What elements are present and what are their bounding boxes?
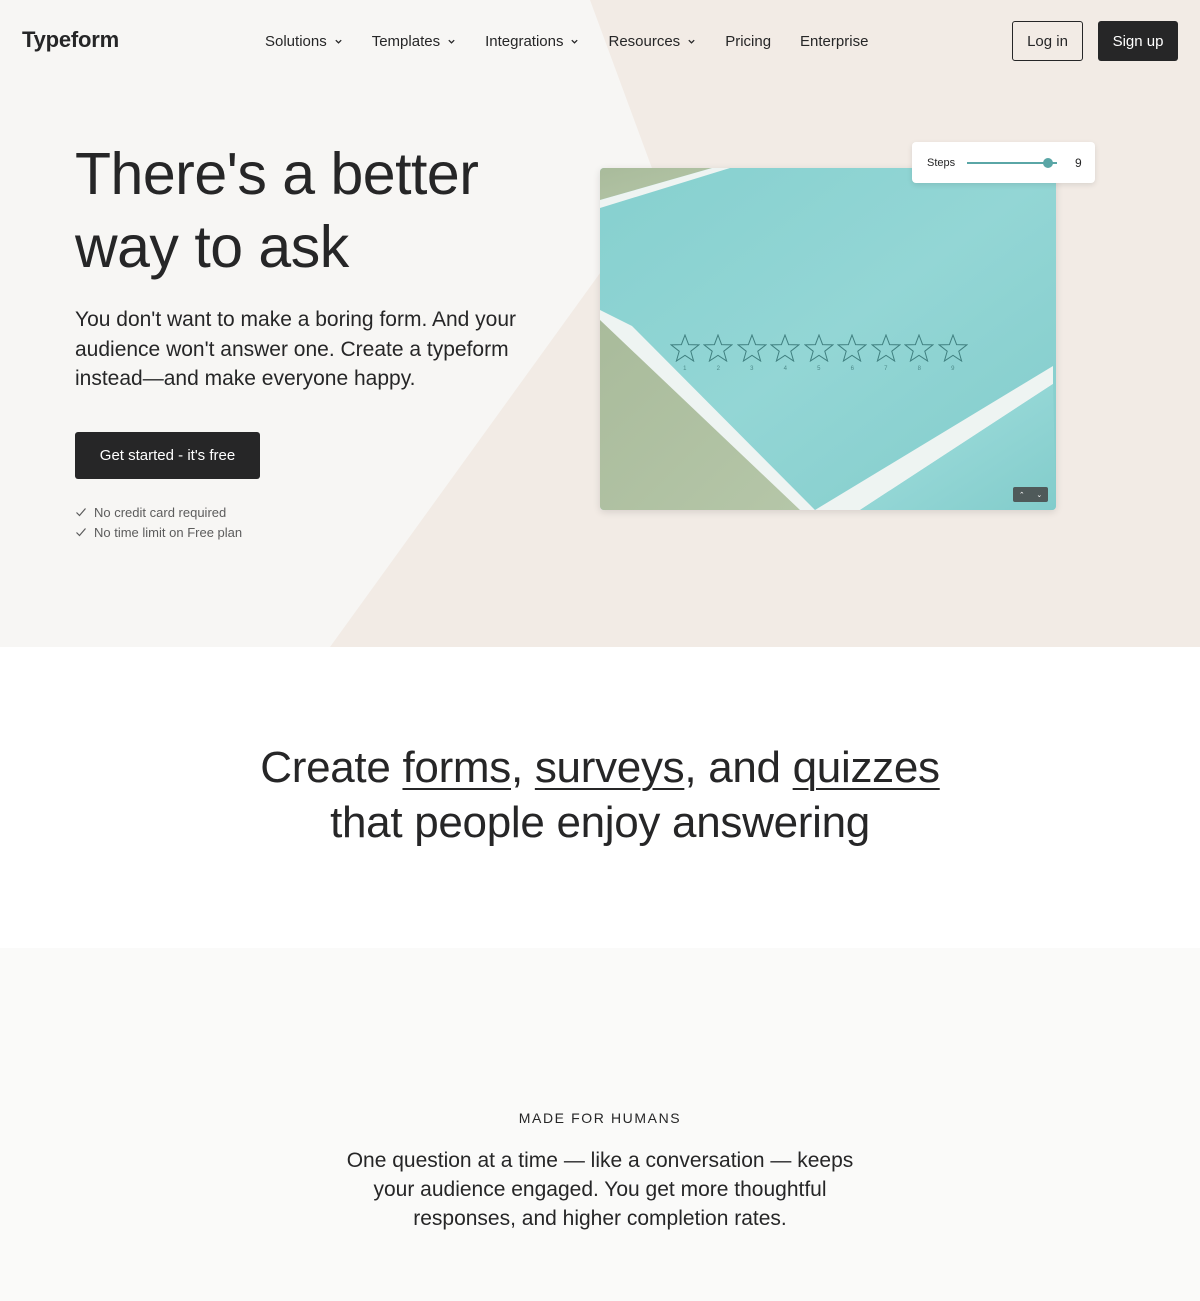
title-separator: , <box>510 743 535 792</box>
star-icon <box>837 334 868 362</box>
checkmark-icon <box>76 508 86 517</box>
steps-label: Steps <box>927 157 956 169</box>
menu-item-label: Solutions <box>265 32 327 50</box>
rating-star-3[interactable]: 3 <box>735 334 769 372</box>
benefit-text: No credit card required <box>94 504 227 520</box>
star-number: 9 <box>951 366 955 372</box>
star-icon <box>703 334 734 362</box>
star-number: 3 <box>750 366 754 372</box>
menu-item-integrations[interactable]: Integrations <box>485 31 579 51</box>
rating-star-2[interactable]: 2 <box>702 334 736 372</box>
menu-item-label: Integrations <box>485 32 564 50</box>
quizzes-link[interactable]: quizzes <box>793 743 940 792</box>
menu-item-label: Resources <box>608 32 681 50</box>
forms-surveys-quizzes-section: Create forms, surveys, and quizzes that p… <box>0 647 1200 948</box>
typeform-logo[interactable]: Typeform <box>22 27 119 53</box>
title-suffix: that people enjoy answering <box>330 798 870 847</box>
star-rating: 1 2 3 4 5 6 7 8 9 <box>668 334 970 372</box>
question-navigation: ⌃ ⌄ <box>1013 487 1048 502</box>
star-number: 1 <box>683 366 687 372</box>
top-navigation: Typeform Solutions Templates Integration… <box>0 0 1200 82</box>
star-icon <box>937 334 968 362</box>
hero-title: There's a better way to ask <box>75 141 479 280</box>
menu-item-label: Templates <box>371 32 441 50</box>
chevron-down-icon <box>688 39 695 44</box>
rating-star-1[interactable]: 1 <box>668 334 702 372</box>
checkmark-icon <box>76 528 86 537</box>
title-prefix: Create <box>260 743 403 792</box>
star-number: 5 <box>817 366 821 372</box>
menu-item-templates[interactable]: Templates <box>372 31 456 51</box>
star-icon <box>736 334 767 362</box>
menu-item-label: Enterprise <box>800 32 869 50</box>
chevron-down-icon <box>448 39 455 44</box>
menu-item-enterprise[interactable]: Enterprise <box>800 31 868 51</box>
chevron-down-icon <box>571 39 579 44</box>
section-title: Create forms, surveys, and quizzes that p… <box>0 740 1200 850</box>
login-button[interactable]: Log in <box>1012 21 1083 61</box>
star-number: 7 <box>884 366 888 372</box>
made-for-humans-section: MADE FOR HUMANS One question at a time —… <box>0 948 1200 1301</box>
benefit-text: No time limit on Free plan <box>94 524 243 540</box>
chevron-up-icon[interactable]: ⌃ <box>1013 487 1031 502</box>
title-separator: , and <box>684 743 793 792</box>
menu-item-solutions[interactable]: Solutions <box>265 31 343 51</box>
section-body: One question at a time — like a conversa… <box>346 1149 854 1230</box>
benefit-list: No credit card required No time limit on… <box>75 502 242 542</box>
signup-button[interactable]: Sign up <box>1098 21 1178 61</box>
star-number: 6 <box>850 366 854 372</box>
rating-star-5[interactable]: 5 <box>802 334 836 372</box>
rating-star-6[interactable]: 6 <box>836 334 870 372</box>
star-icon <box>803 334 834 362</box>
star-number: 2 <box>716 366 720 372</box>
rating-star-9[interactable]: 9 <box>936 334 970 372</box>
chevron-down-icon[interactable]: ⌄ <box>1031 487 1049 502</box>
steps-slider-handle[interactable] <box>1043 158 1053 168</box>
rating-star-4[interactable]: 4 <box>769 334 803 372</box>
star-icon <box>870 334 901 362</box>
menu-item-pricing[interactable]: Pricing <box>725 31 771 51</box>
menu-item-resources[interactable]: Resources <box>608 31 696 51</box>
list-item: No credit card required <box>75 502 242 522</box>
steps-value: 9 <box>1075 156 1082 170</box>
rating-star-7[interactable]: 7 <box>869 334 903 372</box>
forms-link[interactable]: forms <box>402 743 511 792</box>
steps-slider-card: Steps 9 <box>912 142 1095 183</box>
rating-star-8[interactable]: 8 <box>903 334 937 372</box>
star-number: 4 <box>783 366 787 372</box>
menu-item-label: Pricing <box>725 32 772 50</box>
get-started-button[interactable]: Get started - it's free <box>75 432 260 479</box>
hero-subtitle: You don't want to make a boring form. An… <box>75 308 516 390</box>
star-icon <box>669 334 700 362</box>
surveys-link[interactable]: surveys <box>535 743 685 792</box>
star-icon <box>904 334 935 362</box>
main-menu: Solutions Templates Integrations Resourc… <box>265 31 897 51</box>
star-icon <box>770 334 801 362</box>
chevron-down-icon <box>335 39 342 44</box>
section-eyebrow: MADE FOR HUMANS <box>518 1110 682 1126</box>
star-number: 8 <box>917 366 921 372</box>
typeform-preview: 1 2 3 4 5 6 7 8 9 ⌃ ⌄ <box>600 168 1056 510</box>
list-item: No time limit on Free plan <box>75 522 242 542</box>
